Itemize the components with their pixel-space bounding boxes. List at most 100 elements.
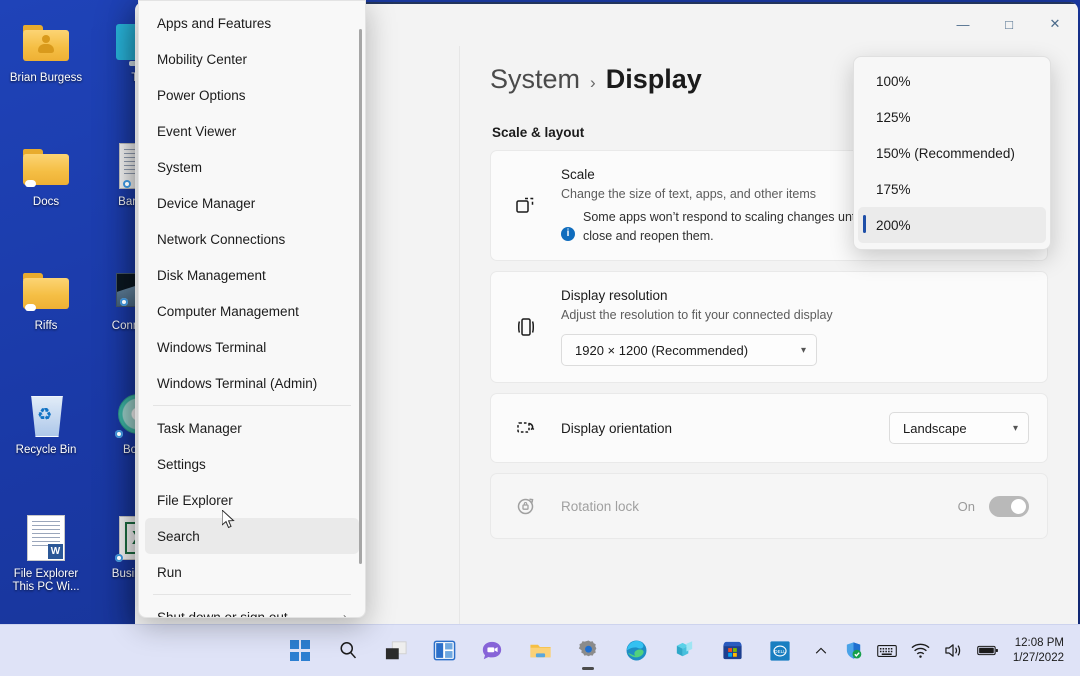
svg-text:DELL: DELL xyxy=(774,649,786,654)
dell-icon: DELL xyxy=(770,640,790,661)
menu-item-label: Run xyxy=(157,564,182,580)
menu-item-windows-terminal-admin[interactable]: Windows Terminal (Admin) xyxy=(145,365,359,401)
mouse-cursor xyxy=(222,510,235,529)
scale-dropdown-flyout[interactable]: 100% 125% 150% (Recommended) 175% 200% xyxy=(853,56,1051,250)
chevron-down-icon: ▾ xyxy=(800,344,806,356)
menu-item-run[interactable]: Run xyxy=(145,554,359,590)
start-button[interactable] xyxy=(276,629,324,673)
show-hidden-icons-button[interactable] xyxy=(806,631,836,671)
maximize-button[interactable]: □ xyxy=(986,2,1032,46)
scale-option-175[interactable]: 175% xyxy=(858,171,1046,207)
security-tray-icon-button[interactable] xyxy=(838,631,869,671)
menu-item-mobility-center[interactable]: Mobility Center xyxy=(145,41,359,77)
teams-button[interactable] xyxy=(660,629,708,673)
menu-item-file-explorer[interactable]: File Explorer xyxy=(145,482,359,518)
menu-item-label: Windows Terminal xyxy=(157,339,267,355)
menu-item-label: System xyxy=(157,159,203,175)
resolution-card-subtitle: Adjust the resolution to fit your connec… xyxy=(561,308,833,322)
scale-option-200[interactable]: 200% xyxy=(858,207,1046,243)
settings-button[interactable] xyxy=(564,629,612,673)
chevron-down-icon: ▾ xyxy=(1012,422,1018,434)
desktop-icon-word-document[interactable]: W File Explorer This PC Wi... xyxy=(0,504,92,628)
rotation-lock-toggle-wrap: On xyxy=(958,495,1029,517)
folder-icon xyxy=(20,142,72,190)
menu-item-label: File Explorer xyxy=(157,492,233,508)
speaker-icon xyxy=(945,644,961,657)
folder-icon xyxy=(20,266,72,314)
context-menu-list: Apps and Features Mobility Center Power … xyxy=(139,1,365,617)
menu-item-shut-down-or-sign-out[interactable]: Shut down or sign out › xyxy=(145,599,359,618)
menu-item-disk-management[interactable]: Disk Management xyxy=(145,257,359,293)
menu-item-network-connections[interactable]: Network Connections xyxy=(145,221,359,257)
windows-logo-icon xyxy=(289,640,311,661)
scale-icon xyxy=(509,194,543,218)
rotation-lock-title: Rotation lock xyxy=(561,498,640,514)
scale-info-note: i Some apps won’t respond to scaling cha… xyxy=(561,208,901,246)
breadcrumb-separator: › xyxy=(590,73,596,92)
rotation-lock-toggle xyxy=(989,495,1029,517)
scale-option-100[interactable]: 100% xyxy=(858,63,1046,99)
menu-item-settings[interactable]: Settings xyxy=(145,446,359,482)
wifi-icon xyxy=(911,643,930,658)
menu-item-system[interactable]: System xyxy=(145,149,359,185)
keyboard-icon xyxy=(877,644,897,657)
widgets-button[interactable] xyxy=(420,629,468,673)
task-view-button[interactable] xyxy=(372,629,420,673)
scale-option-125[interactable]: 125% xyxy=(858,99,1046,135)
stack-icon xyxy=(676,641,692,657)
battery-tray-icon-button[interactable] xyxy=(971,631,1005,671)
minimize-button[interactable]: — xyxy=(940,2,986,46)
desktop-icon-recycle-bin[interactable]: ♻ Recycle Bin xyxy=(0,380,92,504)
menu-item-label: Search xyxy=(157,528,200,544)
menu-item-task-manager[interactable]: Task Manager xyxy=(145,410,359,446)
scale-option-150[interactable]: 150% (Recommended) xyxy=(858,135,1046,171)
word-document-icon: W xyxy=(20,514,72,562)
menu-item-device-manager[interactable]: Device Manager xyxy=(145,185,359,221)
menu-item-label: Event Viewer xyxy=(157,123,237,139)
system-tray: 12:08 PM 1/27/2022 xyxy=(806,631,1072,671)
file-explorer-button[interactable] xyxy=(516,629,564,673)
close-button[interactable]: ✕ xyxy=(1032,2,1078,46)
menu-item-windows-terminal[interactable]: Windows Terminal xyxy=(145,329,359,365)
edge-button[interactable] xyxy=(612,629,660,673)
recycle-bin-icon: ♻ xyxy=(20,390,72,438)
chat-button[interactable] xyxy=(468,629,516,673)
microsoft-store-button[interactable] xyxy=(708,629,756,673)
search-icon xyxy=(339,642,356,659)
display-orientation-value: Landscape xyxy=(903,420,967,436)
menu-separator xyxy=(153,594,351,595)
page-title: Display xyxy=(605,64,702,94)
menu-item-search[interactable]: Search xyxy=(145,518,359,554)
display-resolution-card[interactable]: Display resolution Adjust the resolution… xyxy=(490,271,1048,383)
chevron-up-icon xyxy=(815,647,827,654)
context-menu-scrollbar[interactable] xyxy=(359,29,362,564)
menu-item-label: Network Connections xyxy=(157,231,286,247)
menu-separator xyxy=(153,405,351,406)
rotation-lock-card: Rotation lock On xyxy=(490,473,1048,539)
keyboard-tray-icon-button[interactable] xyxy=(871,631,903,671)
menu-item-power-options[interactable]: Power Options xyxy=(145,77,359,113)
display-resolution-dropdown[interactable]: 1920 × 1200 (Recommended) ▾ xyxy=(561,334,817,366)
start-context-menu[interactable]: Apps and Features Mobility Center Power … xyxy=(138,0,366,618)
taskbar-clock[interactable]: 12:08 PM 1/27/2022 xyxy=(1007,636,1072,666)
network-tray-icon-button[interactable] xyxy=(905,631,936,671)
display-orientation-dropdown[interactable]: Landscape ▾ xyxy=(889,412,1029,444)
menu-item-label: Shut down or sign out xyxy=(157,609,288,618)
menu-item-label: Disk Management xyxy=(157,267,266,283)
menu-item-apps-and-features[interactable]: Apps and Features xyxy=(145,5,359,41)
chevron-right-icon: › xyxy=(343,610,347,618)
display-orientation-card[interactable]: Display orientation Landscape ▾ xyxy=(490,393,1048,463)
desktop-icon-riffs[interactable]: Riffs xyxy=(0,256,92,380)
desktop-icon-user-folder[interactable]: Brian Burgess xyxy=(0,8,92,132)
taskbar[interactable]: DELL 12:08 PM 1/27/2022 xyxy=(0,624,1080,676)
volume-tray-icon-button[interactable] xyxy=(938,631,969,671)
menu-item-computer-management[interactable]: Computer Management xyxy=(145,293,359,329)
menu-item-label: Apps and Features xyxy=(157,15,272,31)
orientation-card-title: Display orientation xyxy=(561,420,673,436)
menu-item-event-viewer[interactable]: Event Viewer xyxy=(145,113,359,149)
search-button[interactable] xyxy=(324,629,372,673)
desktop-icon-docs[interactable]: Docs xyxy=(0,132,92,256)
breadcrumb-parent[interactable]: System xyxy=(490,64,580,95)
dell-button[interactable]: DELL xyxy=(756,629,804,673)
store-icon xyxy=(722,641,742,660)
